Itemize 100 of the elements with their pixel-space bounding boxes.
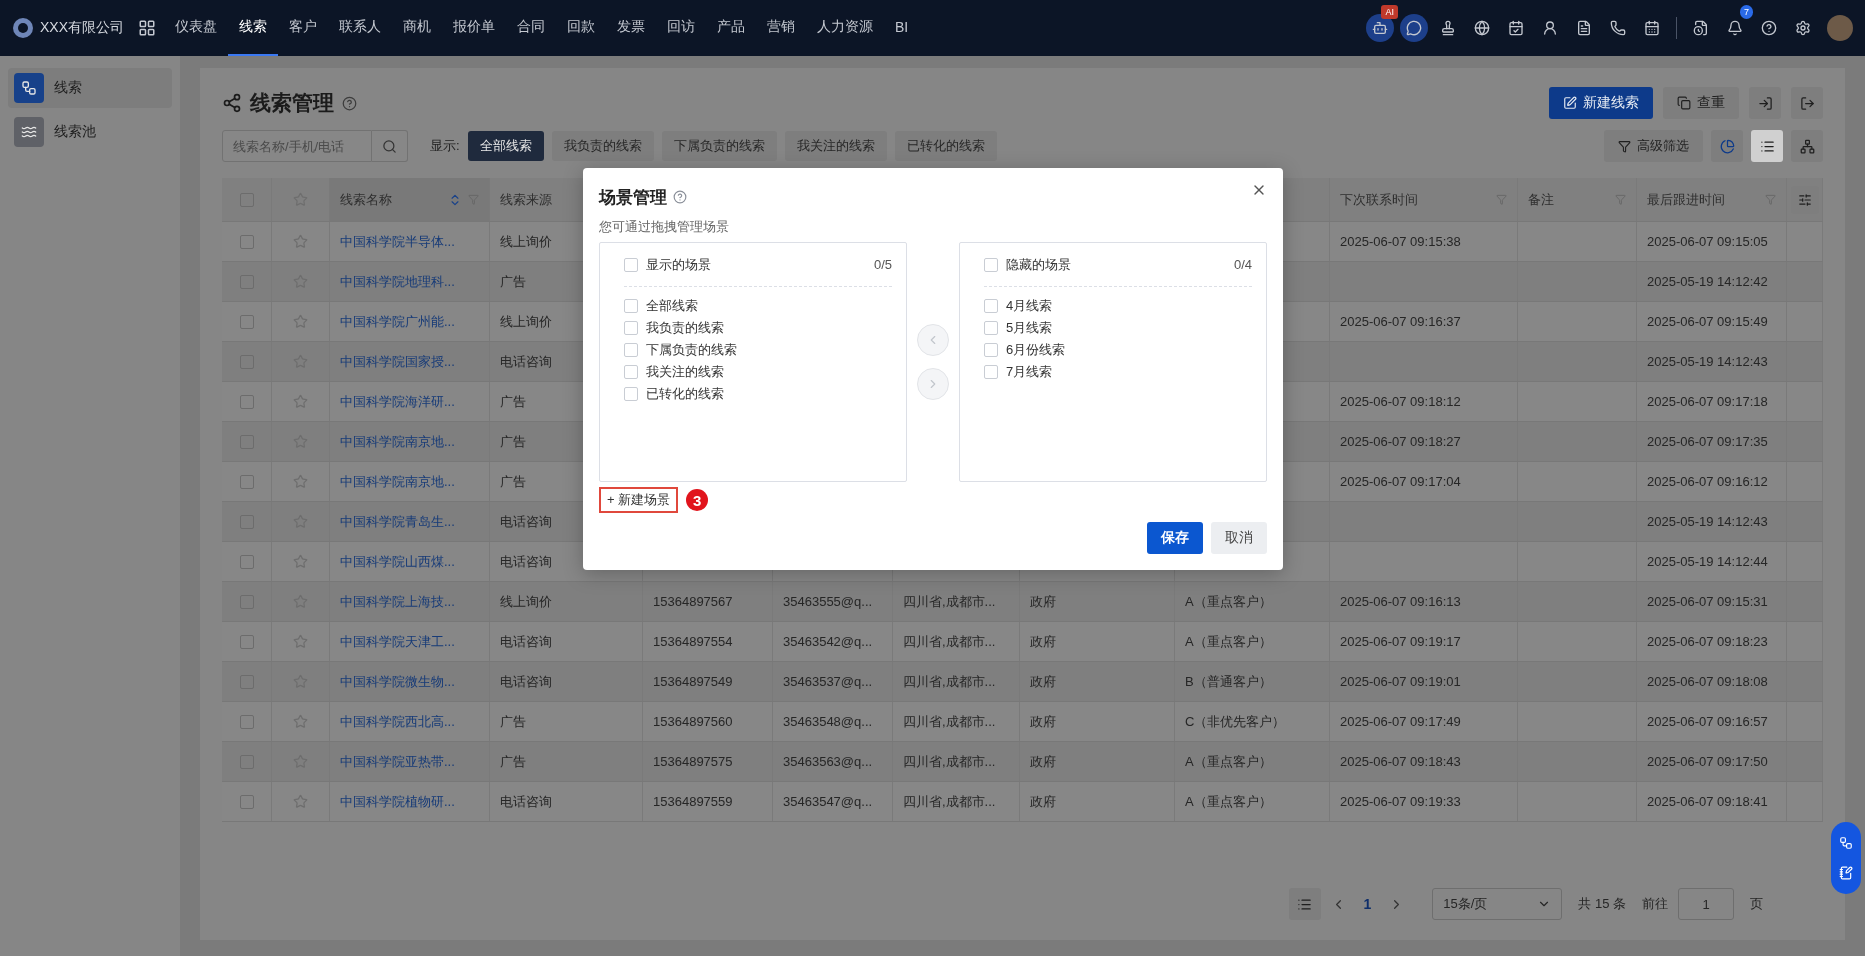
page-input[interactable]: 1 — [1678, 888, 1734, 920]
star-icon[interactable] — [293, 474, 308, 489]
nav-tab[interactable]: 联系人 — [328, 0, 392, 56]
scene-item[interactable]: 5月线索 — [1006, 319, 1053, 337]
advanced-filter-button[interactable]: 高级筛选 — [1604, 130, 1703, 162]
list-icon-button[interactable] — [1288, 888, 1321, 920]
pie-chart-button[interactable] — [1711, 130, 1743, 162]
nav-tab[interactable]: 线索 — [228, 0, 278, 56]
nav-tab[interactable]: 回访 — [656, 0, 706, 56]
page-number[interactable]: 1 — [1355, 896, 1380, 912]
scene-tab[interactable]: 全部线索 — [467, 131, 544, 161]
pie-chart-icon — [1719, 138, 1735, 154]
nav-tab[interactable]: 发票 — [606, 0, 656, 56]
robot-icon — [1372, 20, 1388, 36]
save-button[interactable]: 保存 — [1147, 522, 1203, 554]
tree-view-button[interactable] — [1791, 130, 1823, 162]
table-cell: 2025-06-07 09:16:37 — [1330, 302, 1518, 341]
star-icon[interactable] — [293, 634, 308, 649]
table-cell: 政府 — [1020, 742, 1175, 781]
table-cell: 2025-06-07 09:17:18 — [1637, 382, 1787, 421]
notification-count: 7 — [1740, 5, 1753, 19]
move-left-button[interactable] — [917, 324, 949, 356]
sidebar-item[interactable]: 线索池 — [8, 112, 172, 152]
import-button[interactable] — [1749, 87, 1781, 119]
star-icon[interactable] — [293, 314, 308, 329]
star-icon[interactable] — [293, 714, 308, 729]
robot-button[interactable] — [1366, 14, 1394, 42]
chat-button[interactable] — [1400, 14, 1428, 42]
scene-tab[interactable]: 我负责的线索 — [551, 131, 654, 161]
help-icon[interactable] — [673, 190, 687, 204]
step-badge: 3 — [686, 489, 709, 511]
checkbox[interactable] — [239, 714, 254, 729]
move-right-button[interactable] — [917, 368, 949, 400]
list-view-button[interactable] — [1751, 130, 1783, 162]
table-cell: 2025-06-07 09:18:43 — [1330, 742, 1518, 781]
chat-icon — [1406, 20, 1422, 36]
table-cell: 政府 — [1020, 582, 1175, 621]
table-cell: 2025-06-07 09:15:05 — [1637, 222, 1787, 261]
exit-icon — [1799, 95, 1815, 111]
help-icon[interactable] — [342, 95, 357, 111]
scene-tab[interactable]: 我关注的线索 — [784, 131, 887, 161]
new-lead-button[interactable]: 新建线索 — [1549, 87, 1653, 119]
nav-tab[interactable]: BI — [884, 0, 920, 56]
sidebar-item[interactable]: 线索 — [8, 68, 172, 108]
scene-tab[interactable]: 已转化的线索 — [894, 131, 997, 161]
nav-tab[interactable]: 产品 — [706, 0, 756, 56]
apps-grid-icon[interactable] — [138, 19, 156, 37]
table-cell: 15364897559 — [643, 782, 773, 821]
nav-tab[interactable]: 合同 — [506, 0, 556, 56]
duplicate-check-button[interactable]: 查重 — [1663, 87, 1739, 119]
scene-item[interactable]: 全部线索 — [646, 297, 698, 315]
goto-label: 前往 — [1642, 895, 1668, 913]
star-icon[interactable] — [293, 234, 308, 249]
table-cell: B（普通客户） — [1175, 662, 1330, 701]
scene-item[interactable]: 下属负责的线索 — [646, 341, 737, 359]
checkbox[interactable] — [239, 394, 254, 409]
settings-icon — [1795, 20, 1811, 36]
scene-item[interactable]: 4月线索 — [1006, 297, 1053, 315]
export-button[interactable] — [1791, 87, 1823, 119]
table-cell: 2025-06-07 09:17:49 — [1330, 702, 1518, 741]
user-avatar[interactable] — [1827, 15, 1853, 41]
search-field[interactable]: 线索名称/手机/电话 — [222, 130, 372, 162]
nav-tab[interactable]: 仪表盘 — [164, 0, 228, 56]
star-icon[interactable] — [293, 554, 308, 569]
nav-tab[interactable]: 人力资源 — [806, 0, 884, 56]
table-cell: 2025-06-07 09:17:04 — [1330, 462, 1518, 501]
scene-tab[interactable]: 下属负责的线索 — [661, 131, 777, 161]
star-icon[interactable] — [293, 794, 308, 809]
checkbox[interactable] — [239, 474, 254, 489]
table-cell: 2025-06-07 09:16:57 — [1637, 702, 1787, 741]
scene-item[interactable]: 我关注的线索 — [646, 363, 724, 381]
cancel-button[interactable]: 取消 — [1211, 522, 1267, 554]
checkbox[interactable] — [239, 234, 254, 249]
page-title: 线索管理 — [250, 90, 334, 116]
nav-tab[interactable]: 回款 — [556, 0, 606, 56]
checkbox[interactable] — [239, 634, 254, 649]
nav-tab[interactable]: 报价单 — [442, 0, 506, 56]
new-scene-button[interactable]: + 新建场景 — [599, 487, 679, 513]
flow-icon[interactable] — [1839, 836, 1853, 850]
scene-item[interactable]: 我负责的线索 — [646, 319, 724, 337]
nav-tab[interactable]: 商机 — [392, 0, 442, 56]
page-size-select[interactable]: 15条/页 — [1432, 888, 1563, 920]
list-icon — [1297, 896, 1312, 912]
nav-tab[interactable]: 客户 — [278, 0, 328, 56]
note-icon[interactable] — [1839, 866, 1853, 880]
table-cell: 四川省,成都市... — [893, 782, 1020, 821]
search-button[interactable] — [372, 130, 408, 162]
panel-title: 隐藏的场景 — [1006, 255, 1071, 274]
table-cell: A（重点客户） — [1175, 742, 1330, 781]
scene-item[interactable]: 6月份线索 — [1006, 341, 1066, 359]
calendar-check-icon — [1508, 20, 1524, 36]
checkbox[interactable] — [239, 794, 254, 809]
user-icon — [1542, 20, 1558, 36]
scene-item[interactable]: 7月线索 — [1006, 363, 1053, 381]
checkbox[interactable] — [239, 554, 254, 569]
star-icon[interactable] — [293, 394, 308, 409]
scene-item[interactable]: 已转化的线索 — [646, 385, 724, 403]
document-icon — [1576, 20, 1592, 36]
checkbox[interactable] — [239, 314, 254, 329]
nav-tab[interactable]: 营销 — [756, 0, 806, 56]
